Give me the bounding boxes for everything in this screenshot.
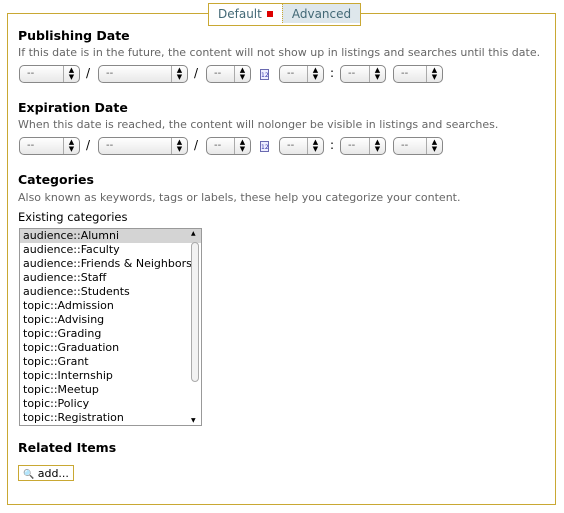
publishing-date-description: If this date is in the future, the conte… xyxy=(18,46,541,59)
chevron-updown-icon: ▲ ▼ xyxy=(171,66,187,82)
publishing-date-heading: Publishing Date xyxy=(18,28,130,43)
required-marker-icon xyxy=(266,11,273,17)
select-value: -- xyxy=(401,140,409,151)
chevron-updown-icon: ▲ ▼ xyxy=(63,138,79,154)
category-option[interactable]: topic::Meetup xyxy=(20,383,201,397)
category-option[interactable]: topic::Internship xyxy=(20,369,201,383)
minute-select[interactable]: -- ▲ ▼ xyxy=(340,65,386,83)
existing-categories-listbox[interactable]: audience::Alumni audience::Faculty audienc… xyxy=(19,228,202,426)
tab-bar: Default Advanced xyxy=(208,3,362,26)
add-related-item-button[interactable]: 🔍 add... xyxy=(18,465,74,481)
tab-label: Default xyxy=(218,7,262,21)
ampm-select[interactable]: -- ▲ ▼ xyxy=(393,137,443,155)
categories-description: Also known as keywords, tags or labels, … xyxy=(18,191,461,204)
chevron-updown-icon: ▲ ▼ xyxy=(63,66,79,82)
category-option[interactable]: topic::Registration xyxy=(20,411,201,425)
category-option[interactable]: topic::Admission xyxy=(20,299,201,313)
expiration-date-description: When this date is reached, the content w… xyxy=(18,118,499,131)
chevron-updown-icon: ▲ ▼ xyxy=(234,66,250,82)
category-option[interactable]: topic::Grading xyxy=(20,327,201,341)
separator: / xyxy=(194,138,199,152)
chevron-updown-icon: ▲ ▼ xyxy=(234,138,250,154)
select-value: -- xyxy=(287,68,295,79)
related-items-heading: Related Items xyxy=(18,440,117,455)
calendar-icon[interactable]: 12 xyxy=(260,69,269,80)
magnifier-icon: 🔍 xyxy=(23,470,35,480)
tab-advanced[interactable]: Advanced xyxy=(281,4,361,23)
select-value: -- xyxy=(348,140,356,151)
hour-select[interactable]: -- ▲ ▼ xyxy=(279,65,324,83)
chevron-updown-icon: ▲ ▼ xyxy=(307,66,323,82)
listbox-scrollbar[interactable]: ▲ ▼ xyxy=(190,230,200,424)
year-select[interactable]: -- ▲ ▼ xyxy=(206,137,251,155)
chevron-updown-icon: ▲ ▼ xyxy=(369,66,385,82)
category-option[interactable]: audience::Staff xyxy=(20,271,201,285)
select-value: -- xyxy=(27,68,35,79)
category-option[interactable]: topic::Policy xyxy=(20,397,201,411)
year-select[interactable]: -- ▲ ▼ xyxy=(206,65,251,83)
hour-select[interactable]: -- ▲ ▼ xyxy=(279,137,324,155)
select-value: -- xyxy=(27,140,35,151)
tab-default[interactable]: Default xyxy=(209,4,282,23)
add-label: add... xyxy=(37,467,69,480)
category-option[interactable]: topic::Grant xyxy=(20,355,201,369)
day-select[interactable]: -- ▲ ▼ xyxy=(98,65,188,83)
month-select[interactable]: -- ▲ ▼ xyxy=(19,65,80,83)
category-option[interactable]: audience::Faculty xyxy=(20,243,201,257)
separator: / xyxy=(86,138,91,152)
category-option[interactable]: audience::Students xyxy=(20,285,201,299)
chevron-updown-icon: ▲ ▼ xyxy=(307,138,323,154)
expiration-date-heading: Expiration Date xyxy=(18,100,128,115)
separator: / xyxy=(194,66,199,80)
month-select[interactable]: -- ▲ ▼ xyxy=(19,137,80,155)
calendar-icon[interactable]: 12 xyxy=(260,141,269,152)
chevron-updown-icon: ▲ ▼ xyxy=(426,66,442,82)
chevron-updown-icon: ▲ ▼ xyxy=(369,138,385,154)
existing-categories-label: Existing categories xyxy=(18,210,128,224)
select-value: -- xyxy=(106,68,114,79)
category-option[interactable]: topic::Advising xyxy=(20,313,201,327)
scroll-down-icon[interactable]: ▼ xyxy=(191,417,196,424)
separator: : xyxy=(330,138,335,152)
category-option[interactable]: audience::Alumni xyxy=(20,229,201,243)
separator: / xyxy=(86,66,91,80)
select-value: -- xyxy=(106,140,114,151)
select-value: -- xyxy=(287,140,295,151)
category-option[interactable]: topic::Graduation xyxy=(20,341,201,355)
day-select[interactable]: -- ▲ ▼ xyxy=(98,137,188,155)
scroll-up-icon[interactable]: ▲ xyxy=(191,230,196,237)
scrollbar-thumb[interactable] xyxy=(191,242,199,382)
chevron-updown-icon: ▲ ▼ xyxy=(171,138,187,154)
select-value: -- xyxy=(401,68,409,79)
ampm-select[interactable]: -- ▲ ▼ xyxy=(393,65,443,83)
tab-label: Advanced xyxy=(291,7,352,21)
select-value: -- xyxy=(348,68,356,79)
select-value: -- xyxy=(214,140,222,151)
category-option[interactable]: audience::Friends & Neighbors xyxy=(20,257,201,271)
minute-select[interactable]: -- ▲ ▼ xyxy=(340,137,386,155)
chevron-updown-icon: ▲ ▼ xyxy=(426,138,442,154)
select-value: -- xyxy=(214,68,222,79)
categories-heading: Categories xyxy=(18,172,94,187)
separator: : xyxy=(330,66,335,80)
